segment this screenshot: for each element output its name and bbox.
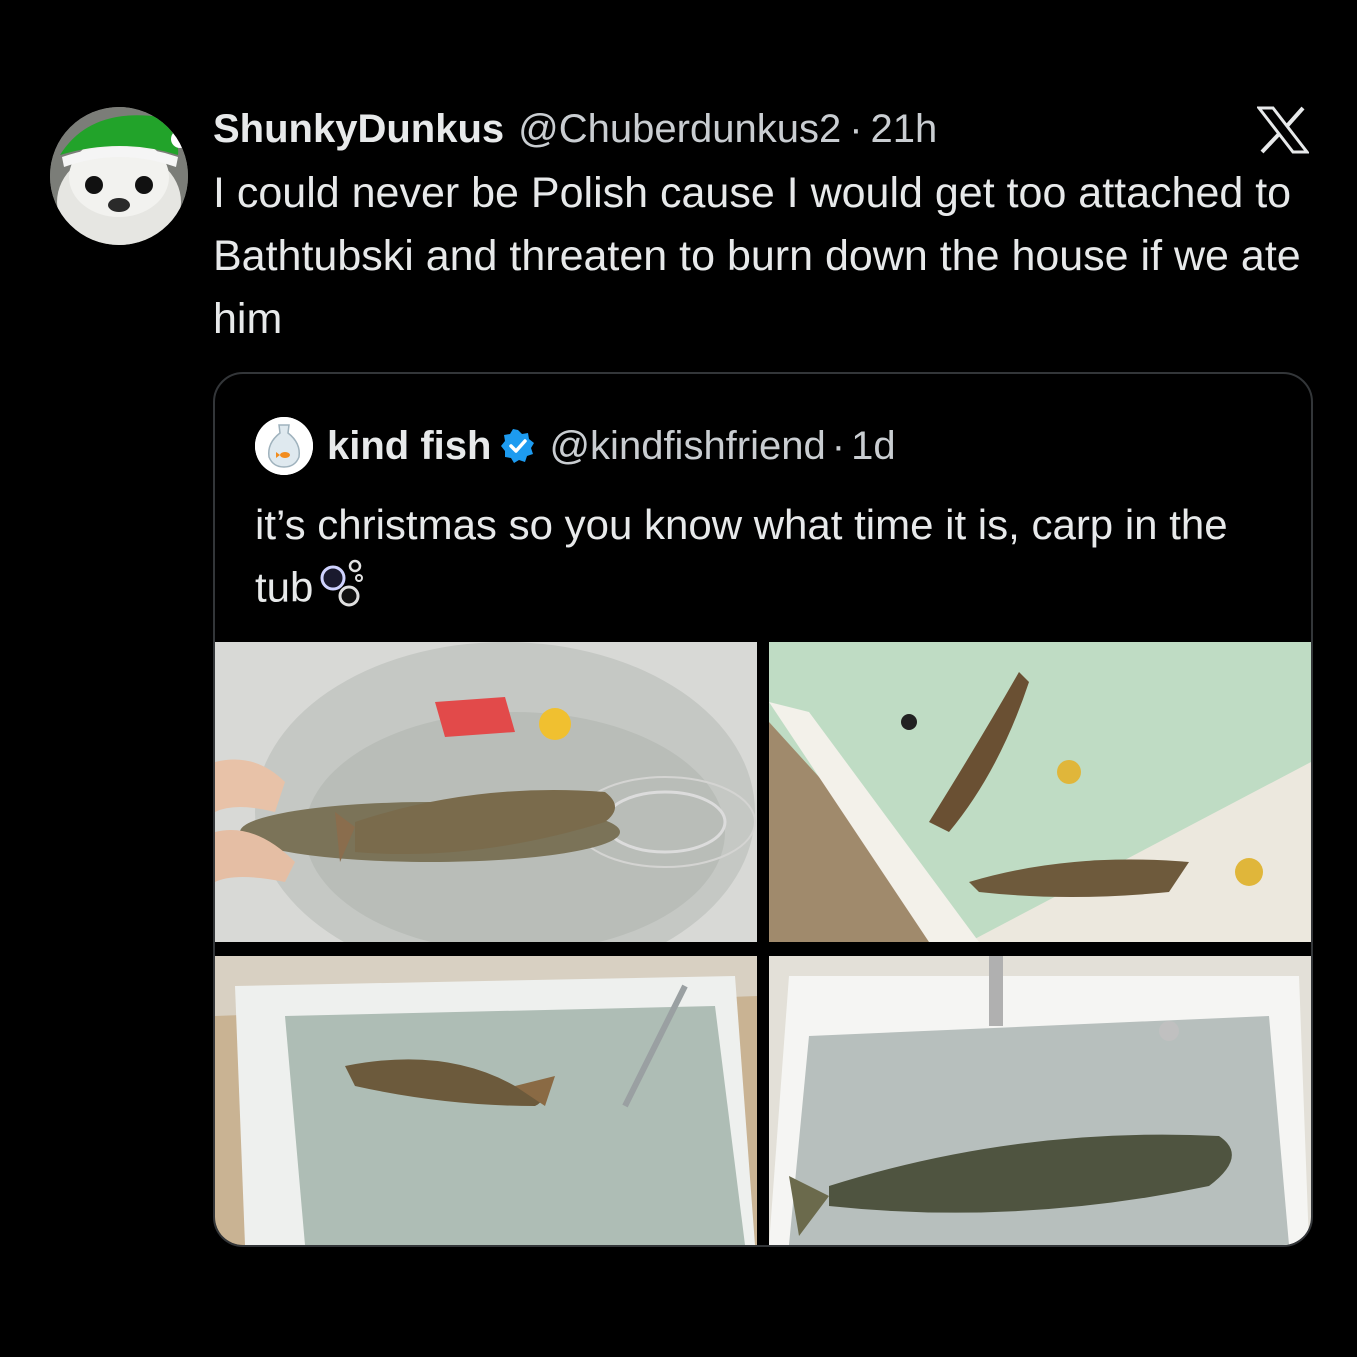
- tweet-timestamp[interactable]: 21h: [871, 107, 938, 152]
- quoted-author-handle[interactable]: @kindfishfriend: [549, 424, 825, 469]
- x-logo-icon: [1257, 106, 1309, 154]
- quoted-tweet-header: kind fish @kindfishfriend · 1d: [255, 417, 896, 475]
- separator-dot: ·: [849, 106, 863, 151]
- tweet-header: ShunkyDunkus @Chuberdunkus2 · 21h: [213, 104, 937, 154]
- tweet: ShunkyDunkus @Chuberdunkus2 · 21h I coul…: [0, 0, 1357, 1357]
- separator-dot: ·: [831, 423, 846, 468]
- quoted-tweet-card[interactable]: kind fish @kindfishfriend · 1d it’s chri…: [213, 372, 1313, 1247]
- media-grid: [215, 642, 1311, 1245]
- quoted-tweet-timestamp[interactable]: 1d: [851, 424, 896, 469]
- verified-badge-icon: [501, 429, 535, 463]
- quoted-tweet-text-content: it’s christmas so you know what time it …: [255, 501, 1228, 611]
- tweet-text: I could never be Polish cause I would ge…: [213, 169, 1301, 343]
- author-handle[interactable]: @Chuberdunkus2: [518, 107, 841, 152]
- quoted-author-avatar[interactable]: [255, 417, 313, 475]
- goldfish-bag-icon: [255, 417, 313, 475]
- carp-in-tub-photo-3[interactable]: [215, 956, 757, 1245]
- bubbles-icon: [319, 556, 377, 625]
- quoted-author-display-name[interactable]: kind fish: [327, 424, 491, 469]
- carp-in-tub-photo-1[interactable]: [215, 642, 757, 942]
- quoted-tweet-text: it’s christmas so you know what time it …: [255, 494, 1285, 625]
- seal-avatar-icon: [50, 107, 188, 245]
- carp-in-tub-photo-4[interactable]: [769, 956, 1311, 1245]
- author-display-name[interactable]: ShunkyDunkus: [213, 107, 504, 152]
- carp-in-tub-photo-2[interactable]: [769, 642, 1311, 942]
- author-avatar[interactable]: [50, 107, 188, 245]
